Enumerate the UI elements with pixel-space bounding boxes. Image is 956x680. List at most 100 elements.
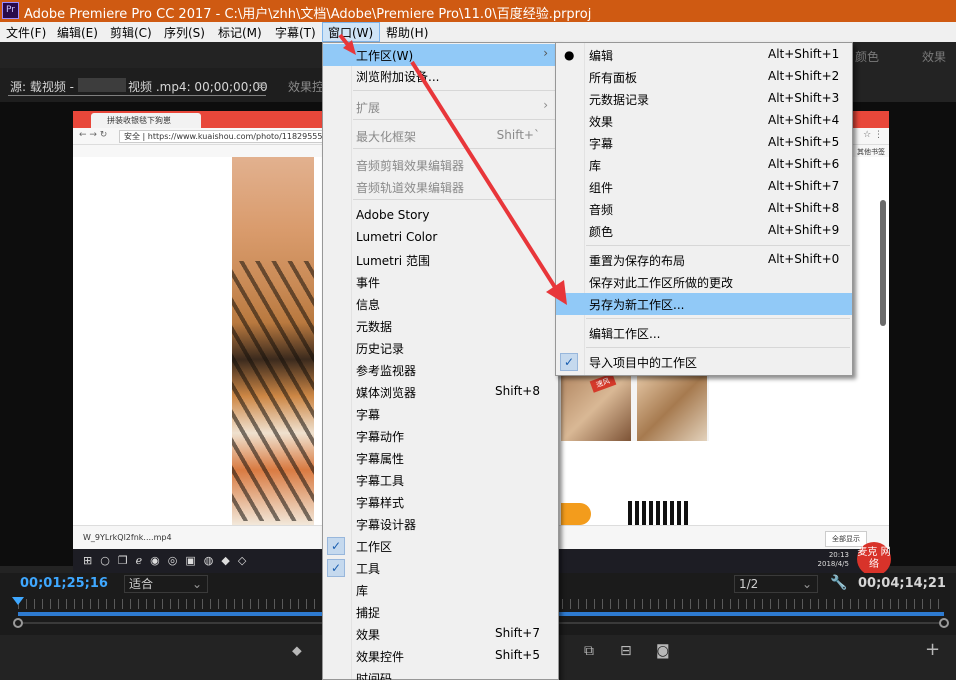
window-menu-item[interactable]: 捕捉 bbox=[323, 601, 558, 623]
menu-item-label: 时间码 bbox=[356, 672, 393, 680]
workspace-menu-item[interactable]: 另存为新工作区... bbox=[556, 293, 852, 315]
workspace-menu-item[interactable]: ✓ 导入项目中的工作区 bbox=[556, 351, 852, 373]
download-item: W_9YLrkQl2fnk....mp4 bbox=[83, 533, 172, 542]
menu-marker[interactable]: 标记(M) bbox=[218, 24, 262, 41]
workspace-menu-item[interactable]: 组件 Alt+Shift+7 bbox=[556, 176, 852, 198]
zoom-select[interactable]: 适合 ⌄ bbox=[124, 575, 208, 593]
window-menu-item[interactable]: 效果控件 Shift+5 bbox=[323, 645, 558, 667]
browser-nav-icons: ← → ↻ bbox=[79, 130, 108, 140]
insert-icon[interactable]: ⧉ bbox=[584, 643, 594, 659]
checkmark-icon: ✓ bbox=[560, 353, 578, 371]
workspace-tab-effects[interactable]: 效果 bbox=[922, 48, 946, 65]
zoom-left-handle[interactable] bbox=[13, 618, 23, 628]
zoom-select-value: 适合 bbox=[129, 577, 154, 591]
menu-item-shortcut: Alt+Shift+6 bbox=[768, 157, 840, 171]
playhead-timecode[interactable]: 00;01;25;16 bbox=[20, 576, 108, 591]
menu-item-label: 音频轨道效果编辑器 bbox=[356, 181, 465, 195]
menu-item-label: 库 bbox=[589, 159, 602, 173]
menu-bar: 文件(F) 编辑(E) 剪辑(C) 序列(S) 标记(M) 字幕(T) 窗口(W… bbox=[0, 22, 956, 42]
menu-item-label: 事件 bbox=[356, 276, 381, 290]
menu-item-label: 捕捉 bbox=[356, 606, 381, 620]
window-menu-item[interactable]: 字幕样式 bbox=[323, 491, 558, 513]
clock-time: 20:13 bbox=[828, 551, 849, 559]
window-menu-item[interactable]: 库 bbox=[323, 579, 558, 601]
radio-dot-icon: ● bbox=[564, 48, 575, 62]
menu-item-label: 编辑 bbox=[589, 49, 614, 63]
overwrite-icon[interactable]: ⊟ bbox=[620, 643, 632, 659]
plus-icon[interactable]: + bbox=[925, 639, 940, 660]
window-menu-item[interactable]: 字幕属性 bbox=[323, 447, 558, 469]
playhead-icon[interactable] bbox=[12, 597, 24, 605]
window-menu-item[interactable]: 工作区(W) › bbox=[323, 44, 558, 66]
workspace-menu-item[interactable]: 效果 Alt+Shift+4 bbox=[556, 110, 852, 132]
menu-item-shortcut: Alt+Shift+3 bbox=[768, 91, 840, 105]
workspace-tab-color[interactable]: 颜色 bbox=[855, 48, 879, 65]
menu-item-shortcut: Shift+` bbox=[496, 128, 540, 142]
workspace-menu-item[interactable]: 字幕 Alt+Shift+5 bbox=[556, 132, 852, 154]
workspace-menu-item[interactable]: 编辑工作区... bbox=[556, 322, 852, 344]
window-menu-item[interactable]: 媒体浏览器 Shift+8 bbox=[323, 381, 558, 403]
workspace-menu-item[interactable]: 元数据记录 Alt+Shift+3 bbox=[556, 88, 852, 110]
source-panel-header: 源: 载视频 - 视频 .mp4: 00;00;00;00 ≡ 效果控 bbox=[0, 68, 324, 102]
zoom-right-handle[interactable] bbox=[939, 618, 949, 628]
menu-edit[interactable]: 编辑(E) bbox=[57, 24, 98, 41]
window-menu-item[interactable]: 历史记录 bbox=[323, 337, 558, 359]
workspace-menu-item[interactable]: 颜色 Alt+Shift+9 bbox=[556, 220, 852, 242]
window-menu-item[interactable]: 字幕动作 bbox=[323, 425, 558, 447]
window-menu-item[interactable]: 字幕设计器 bbox=[323, 513, 558, 535]
wrench-icon[interactable]: 🔧 bbox=[830, 575, 847, 591]
menu-separator bbox=[353, 90, 556, 91]
window-menu-item[interactable]: 字幕 bbox=[323, 403, 558, 425]
source-tab-prefix[interactable]: 源: 载视频 - bbox=[10, 78, 74, 95]
window-menu-item[interactable]: 参考监视器 bbox=[323, 359, 558, 381]
menu-item-shortcut: Alt+Shift+8 bbox=[768, 201, 840, 215]
menu-window[interactable]: 窗口(W) bbox=[328, 24, 373, 41]
menu-file[interactable]: 文件(F) bbox=[6, 24, 46, 41]
window-menu-item[interactable]: Adobe Story bbox=[323, 205, 558, 227]
window-menu-item[interactable]: 时间码 bbox=[323, 667, 558, 680]
window-menu-item[interactable]: 效果 Shift+7 bbox=[323, 623, 558, 645]
menu-item-label: Lumetri 范围 bbox=[356, 254, 430, 268]
source-tab-suffix[interactable]: 视频 .mp4: 00;00;00;00 bbox=[128, 78, 268, 95]
effects-controls-tab[interactable]: 效果控 bbox=[288, 78, 324, 95]
menu-item-shortcut: Shift+7 bbox=[495, 626, 540, 640]
submenu-arrow-icon: › bbox=[543, 46, 548, 60]
download-show-all: 全部显示 bbox=[825, 531, 867, 547]
menu-help[interactable]: 帮助(H) bbox=[386, 24, 428, 41]
workspace-menu-item[interactable]: 重置为保存的布局 Alt+Shift+0 bbox=[556, 249, 852, 271]
checkmark-icon: ✓ bbox=[327, 537, 345, 555]
scrollbar[interactable] bbox=[880, 200, 886, 326]
chevron-down-icon: ⌄ bbox=[191, 577, 202, 591]
menu-item-shortcut: Shift+8 bbox=[495, 384, 540, 398]
window-menu-item[interactable]: Lumetri Color bbox=[323, 227, 558, 249]
resolution-select[interactable]: 1/2 ⌄ bbox=[734, 575, 818, 593]
window-menu-item[interactable]: Lumetri 范围 bbox=[323, 249, 558, 271]
window-menu-item[interactable]: 信息 bbox=[323, 293, 558, 315]
menu-sequence[interactable]: 序列(S) bbox=[164, 24, 205, 41]
menu-item-label: 浏览附加设备... bbox=[356, 70, 440, 84]
workspace-menu-item[interactable]: 音频 Alt+Shift+8 bbox=[556, 198, 852, 220]
panel-menu-icon[interactable]: ≡ bbox=[256, 78, 266, 92]
bookmarks-other: 其他书签 bbox=[857, 148, 885, 156]
resolution-select-value: 1/2 bbox=[739, 577, 759, 591]
window-menu-item[interactable]: ✓ 工具 bbox=[323, 557, 558, 579]
workspace-menu-item[interactable]: 库 Alt+Shift+6 bbox=[556, 154, 852, 176]
window-menu-item[interactable]: 元数据 bbox=[323, 315, 558, 337]
workspace-menu-item[interactable]: ● 编辑 Alt+Shift+1 bbox=[556, 44, 852, 66]
workspace-menu-item[interactable]: 所有面板 Alt+Shift+2 bbox=[556, 66, 852, 88]
taskbar-icons: ⊞○❐ℯ◉◎▣◍◆◇ bbox=[83, 554, 255, 567]
menu-item-label: 另存为新工作区... bbox=[589, 298, 685, 312]
menu-item-label: 字幕设计器 bbox=[356, 518, 417, 532]
menu-item-shortcut: Alt+Shift+9 bbox=[768, 223, 840, 237]
menu-separator bbox=[586, 318, 850, 319]
menu-clip[interactable]: 剪辑(C) bbox=[110, 24, 152, 41]
menu-title[interactable]: 字幕(T) bbox=[275, 24, 316, 41]
workspace-menu-item[interactable]: 保存对此工作区所做的更改 bbox=[556, 271, 852, 293]
window-menu-item[interactable]: 浏览附加设备... bbox=[323, 65, 558, 87]
window-menu-item[interactable]: 字幕工具 bbox=[323, 469, 558, 491]
camera-icon[interactable]: ◙ bbox=[656, 643, 670, 659]
menu-separator bbox=[586, 347, 850, 348]
window-menu-item[interactable]: 事件 bbox=[323, 271, 558, 293]
window-menu-item[interactable]: ✓ 工作区 bbox=[323, 535, 558, 557]
add-marker-icon[interactable]: ⬥ bbox=[292, 643, 302, 659]
